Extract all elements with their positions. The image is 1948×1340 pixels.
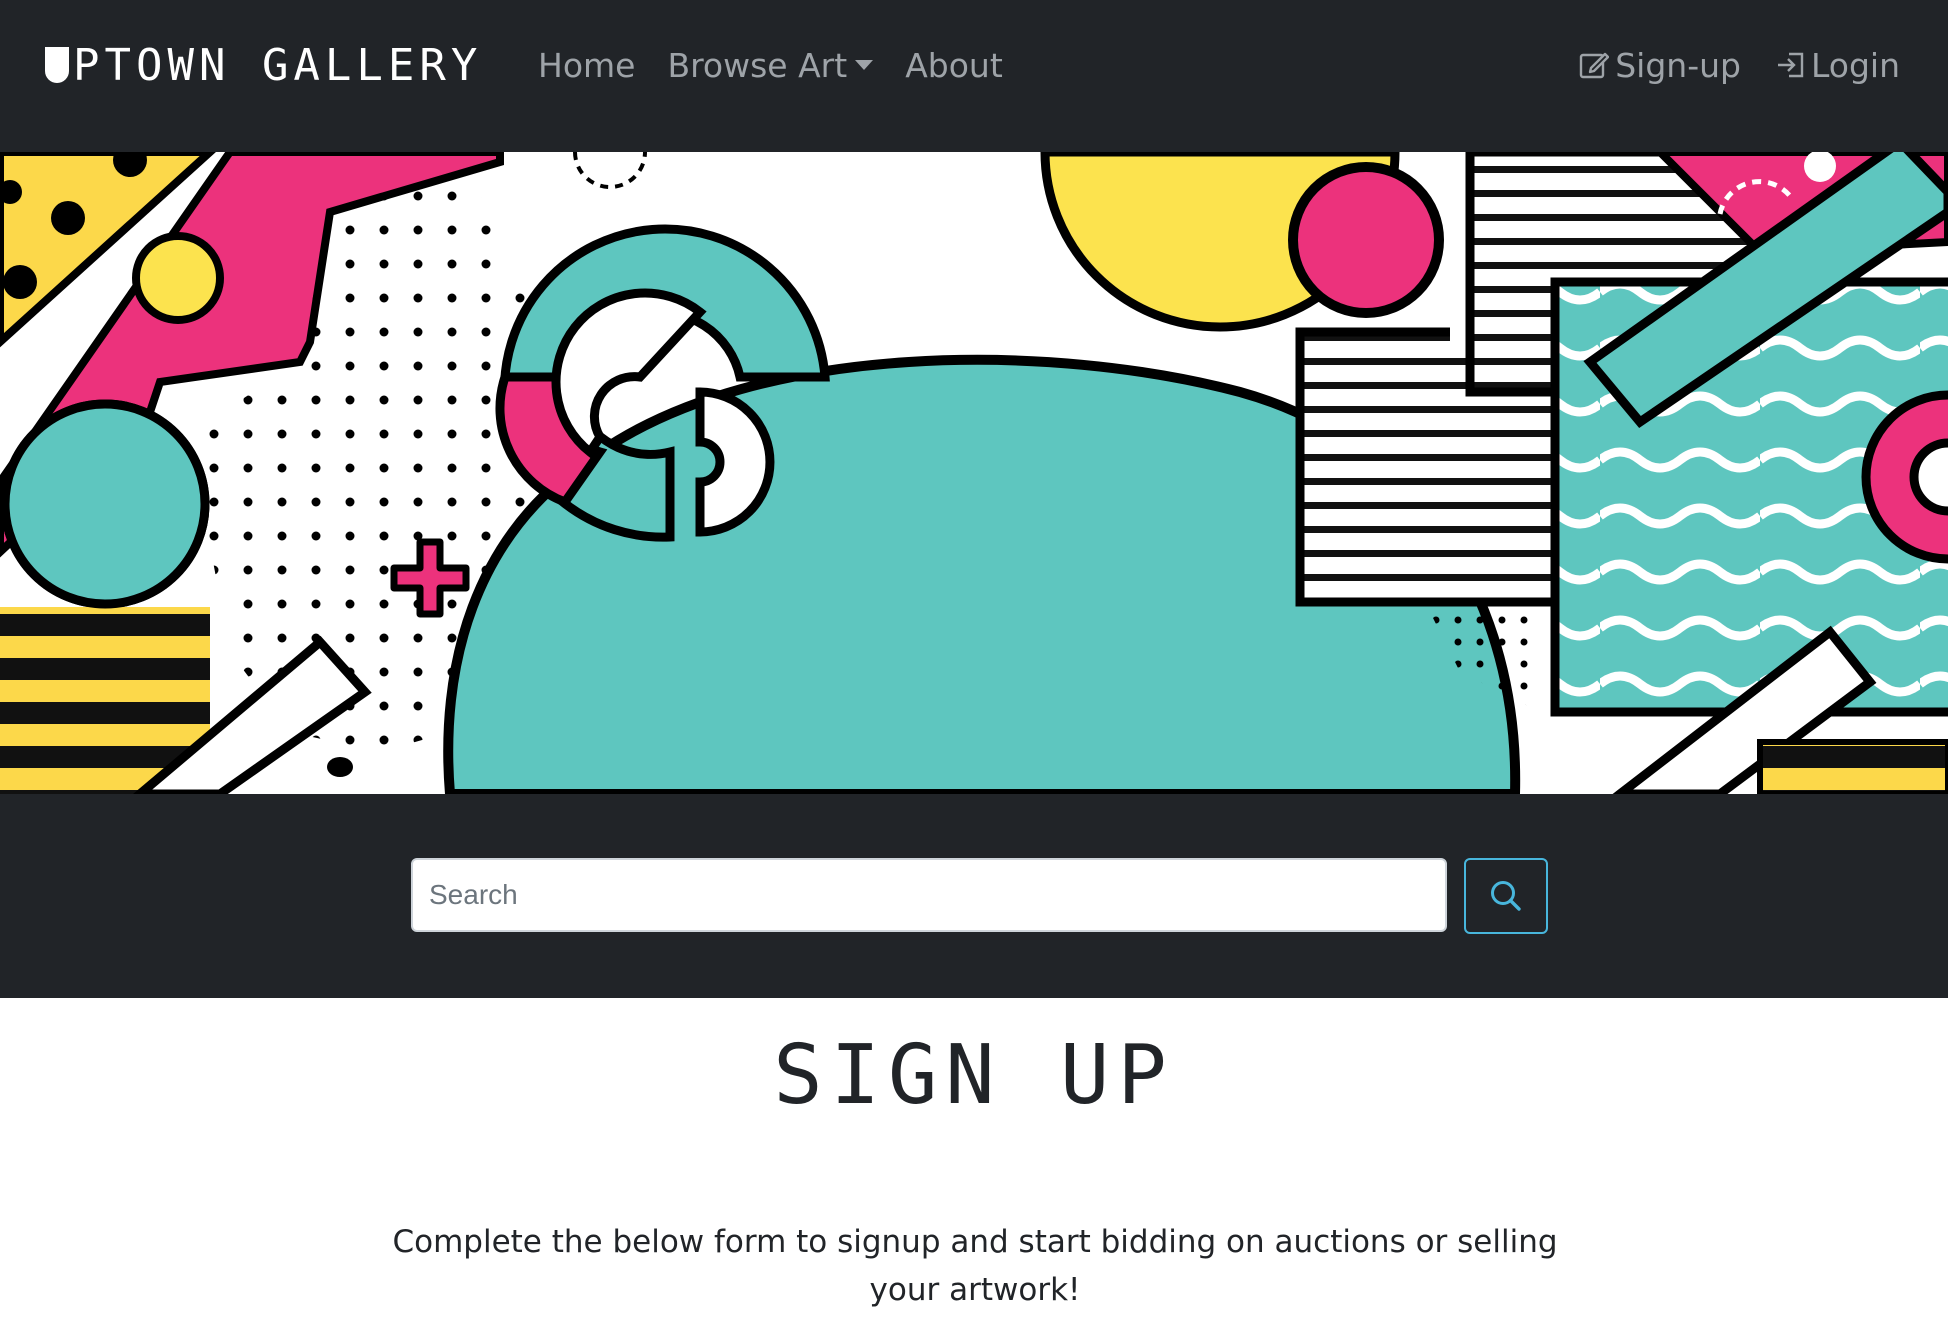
pencil-square-icon (1580, 52, 1610, 79)
account-nav: Sign-up Login (1545, 38, 1900, 92)
nav-browse-art-label: Browse Art (667, 45, 848, 85)
login-arrow-icon (1777, 52, 1804, 78)
brand-u-icon (45, 47, 69, 83)
signup-intro: Complete the below form to signup and st… (392, 1224, 1558, 1308)
nav-signup[interactable]: Sign-up (1579, 46, 1741, 85)
hero-artwork (0, 152, 1948, 794)
brand-text: PTOWN GALLERY (73, 39, 483, 91)
nav-login[interactable]: Login (1775, 46, 1900, 85)
hero-banner (0, 152, 1948, 794)
nav-login-label: Login (1810, 45, 1900, 85)
navbar: PTOWN GALLERY Home Browse Art About Sign… (0, 0, 1948, 152)
nav-about[interactable]: About (905, 46, 1003, 85)
page-title: SIGN UP (0, 1027, 1948, 1123)
search-input[interactable] (411, 858, 1447, 932)
main-nav: Home Browse Art About (538, 38, 1035, 92)
search-button[interactable] (1464, 858, 1548, 934)
brand-logo[interactable]: PTOWN GALLERY (45, 39, 483, 91)
nav-signup-label: Sign-up (1615, 45, 1741, 85)
nav-browse-art[interactable]: Browse Art (667, 45, 874, 85)
page-title-text: SIGN UP (773, 1027, 1175, 1123)
nav-home[interactable]: Home (538, 46, 635, 85)
search-icon (1491, 881, 1521, 911)
caret-down-icon (855, 60, 874, 70)
